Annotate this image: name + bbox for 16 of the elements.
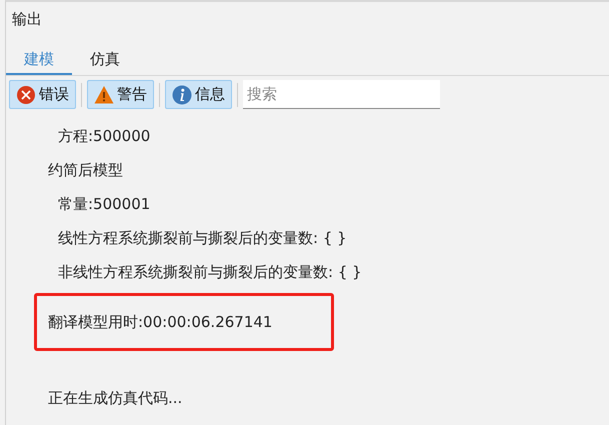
filter-button[interactable]: 信息	[165, 80, 232, 109]
filter-button[interactable]: 错误	[9, 80, 76, 109]
warning-icon	[94, 84, 114, 104]
log-line: 约简后模型	[48, 160, 124, 181]
tab[interactable]: 仿真	[72, 40, 138, 75]
search-field[interactable]: 搜索	[243, 80, 440, 109]
log-line: 正在生成仿真代码...	[48, 388, 184, 409]
log-line: 非线性方程系统撕裂前与撕裂后的变量数: { }	[58, 262, 363, 283]
log-line: 常量:500001	[58, 194, 152, 215]
error-icon	[16, 84, 36, 104]
log-line: 线性方程系统撕裂前与撕裂后的变量数: { }	[58, 228, 348, 249]
log-line: 翻译模型用时:00:00:06.267141	[48, 312, 274, 333]
panel-title: 输出	[11, 9, 43, 30]
info-icon	[172, 84, 192, 104]
log-line: 方程:500000	[58, 126, 152, 147]
filter-button[interactable]: 警告	[87, 80, 154, 109]
